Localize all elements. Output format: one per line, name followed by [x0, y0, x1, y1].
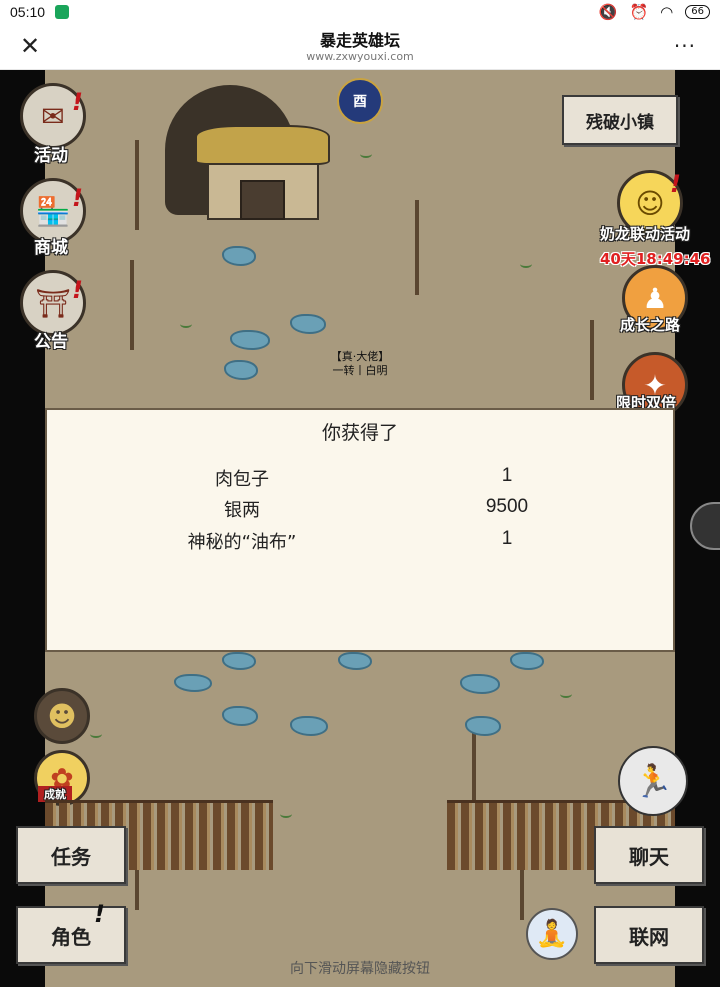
hide-buttons-hint: 向下滑动屏幕隐藏按钮: [290, 961, 430, 977]
stepping-stone: [290, 716, 328, 736]
thatched-house[interactable]: [165, 85, 330, 225]
stepping-stone: [465, 716, 501, 736]
alert-mark-icon: !: [670, 170, 681, 198]
bare-tree: [135, 140, 139, 230]
bare-tree: [130, 260, 134, 350]
stepping-stone: [290, 314, 326, 334]
stepping-stone: [224, 360, 258, 380]
grass-tuft: [360, 150, 372, 158]
game-canvas[interactable]: 酉 【真·大佬】 一转丨白明 ✉ ! 活动 🏪 ! 商城 ⛩ ! 公告 残破小镇…: [0, 70, 720, 987]
stepping-stone: [338, 652, 372, 670]
reward-name: 神秘的“油布”: [187, 532, 297, 553]
app-notification-icon: [55, 5, 70, 19]
page-url: www.zxwyouxi.com: [306, 50, 414, 63]
stepping-stone: [460, 674, 500, 694]
stepping-stone: [222, 706, 258, 726]
house-door: [240, 180, 285, 220]
wifi-icon: ◠: [660, 3, 674, 21]
alarm-icon: ⏰: [629, 3, 649, 21]
alert-mark-icon: !: [94, 900, 105, 928]
notice-label: 公告: [34, 332, 68, 352]
page-title: 暴走英雄坛: [319, 31, 400, 50]
house-roof: [195, 125, 330, 165]
battery-icon: 66: [685, 5, 710, 19]
chat-button[interactable]: 聊天: [594, 826, 704, 884]
reward-row: 肉包子 1: [47, 465, 677, 495]
meditate-icon[interactable]: 🧘: [526, 908, 578, 960]
time-of-day-icon[interactable]: 酉: [337, 78, 383, 124]
player-subtitle: 一转丨白明: [332, 364, 388, 377]
stepping-stone: [222, 246, 256, 266]
auto-run-icon[interactable]: 🏃: [618, 746, 688, 816]
reward-row: 银两 9500: [47, 496, 677, 526]
growth-path-label: 成长之路: [620, 316, 681, 334]
bare-tree: [415, 200, 419, 295]
network-button[interactable]: 联网: [594, 906, 704, 964]
alert-mark-icon: !: [72, 184, 83, 212]
reward-name: 肉包子: [215, 469, 269, 490]
player-title: 【真·大佬】: [330, 350, 390, 363]
reward-qty: 9500: [485, 496, 529, 517]
mute-icon: 🔇: [598, 3, 618, 21]
bare-tree: [590, 320, 594, 400]
stepping-stone: [222, 652, 256, 670]
events-label: 活动: [34, 146, 68, 166]
location-button[interactable]: 残破小镇: [562, 95, 678, 145]
task-button[interactable]: 任务: [16, 826, 126, 884]
shop-label: 商城: [34, 238, 68, 258]
stepping-stone: [174, 674, 212, 692]
grass-tuft: [180, 320, 192, 328]
alert-mark-icon: !: [72, 276, 83, 304]
role-button[interactable]: 角色: [16, 906, 126, 964]
browser-header: ✕ 暴走英雄坛 www.zxwyouxi.com ···: [0, 24, 720, 70]
nailong-event-label: 奶龙联动活动: [600, 225, 691, 243]
stepping-stone: [510, 652, 544, 670]
reward-qty: 1: [501, 528, 513, 549]
character-avatar[interactable]: ☻: [34, 688, 90, 744]
reward-qty: 1: [501, 465, 513, 486]
status-time: 05:10: [10, 4, 46, 20]
status-icons: 🔇 ⏰ ◠ 66: [599, 3, 710, 21]
status-bar: 05:10 🔇 ⏰ ◠ 66: [0, 0, 720, 24]
grass-tuft: [90, 730, 102, 738]
grass-tuft: [520, 260, 532, 268]
reward-dialog-title: 你获得了: [321, 422, 398, 444]
more-menu-icon[interactable]: ···: [674, 34, 696, 58]
grass-tuft: [560, 690, 572, 698]
alert-mark-icon: !: [72, 88, 83, 116]
reward-row: 神秘的“油布” 1: [47, 528, 677, 558]
stepping-stone: [230, 330, 270, 350]
reward-dialog[interactable]: 你获得了 肉包子 1 银两 9500 神秘的“油布” 1: [45, 408, 675, 652]
reward-name: 银两: [224, 500, 260, 521]
player-nameplate[interactable]: 【真·大佬】 一转丨白明: [320, 350, 400, 378]
grass-tuft: [280, 810, 292, 818]
